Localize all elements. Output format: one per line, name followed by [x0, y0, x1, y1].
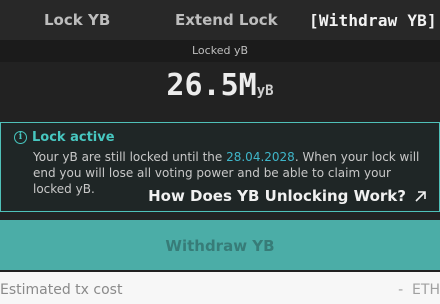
locked-label: Locked yB — [192, 44, 248, 57]
withdraw-yb-button[interactable]: Withdraw YB — [0, 220, 440, 270]
tab-withdraw-yb[interactable]: [Withdraw YB] — [309, 11, 437, 30]
locked-amount-unit: yB — [256, 83, 274, 99]
locked-amount: 26.5MyB — [0, 68, 440, 103]
unlocking-info-link-label[interactable]: How Does YB Unlocking Work? — [148, 187, 406, 205]
info-icon: i — [14, 131, 27, 144]
lock-active-alert: i Lock active Your yB are still locked u… — [0, 122, 440, 212]
tab-extend-lock[interactable]: Extend Lock — [175, 11, 278, 29]
alert-header: i Lock active — [14, 130, 115, 145]
arrow-up-right-icon[interactable] — [414, 190, 427, 203]
tx-cost-row: Estimated tx cost - ETH — [0, 272, 440, 304]
tab-lock-yb[interactable]: Lock YB — [44, 11, 110, 29]
tx-cost-label: Estimated tx cost — [0, 282, 123, 298]
alert-text-before: Your yB are still locked until the — [33, 150, 227, 164]
unlock-date: 28.04.2028 — [226, 150, 295, 164]
unlocking-info-link[interactable]: How Does YB Unlocking Work? — [148, 187, 427, 205]
tx-cost-value: - ETH — [398, 282, 440, 298]
locked-amount-value: 26.5M — [166, 68, 257, 103]
action-tabs: Lock YB Extend Lock [Withdraw YB] — [0, 0, 440, 40]
alert-title: Lock active — [32, 130, 115, 145]
